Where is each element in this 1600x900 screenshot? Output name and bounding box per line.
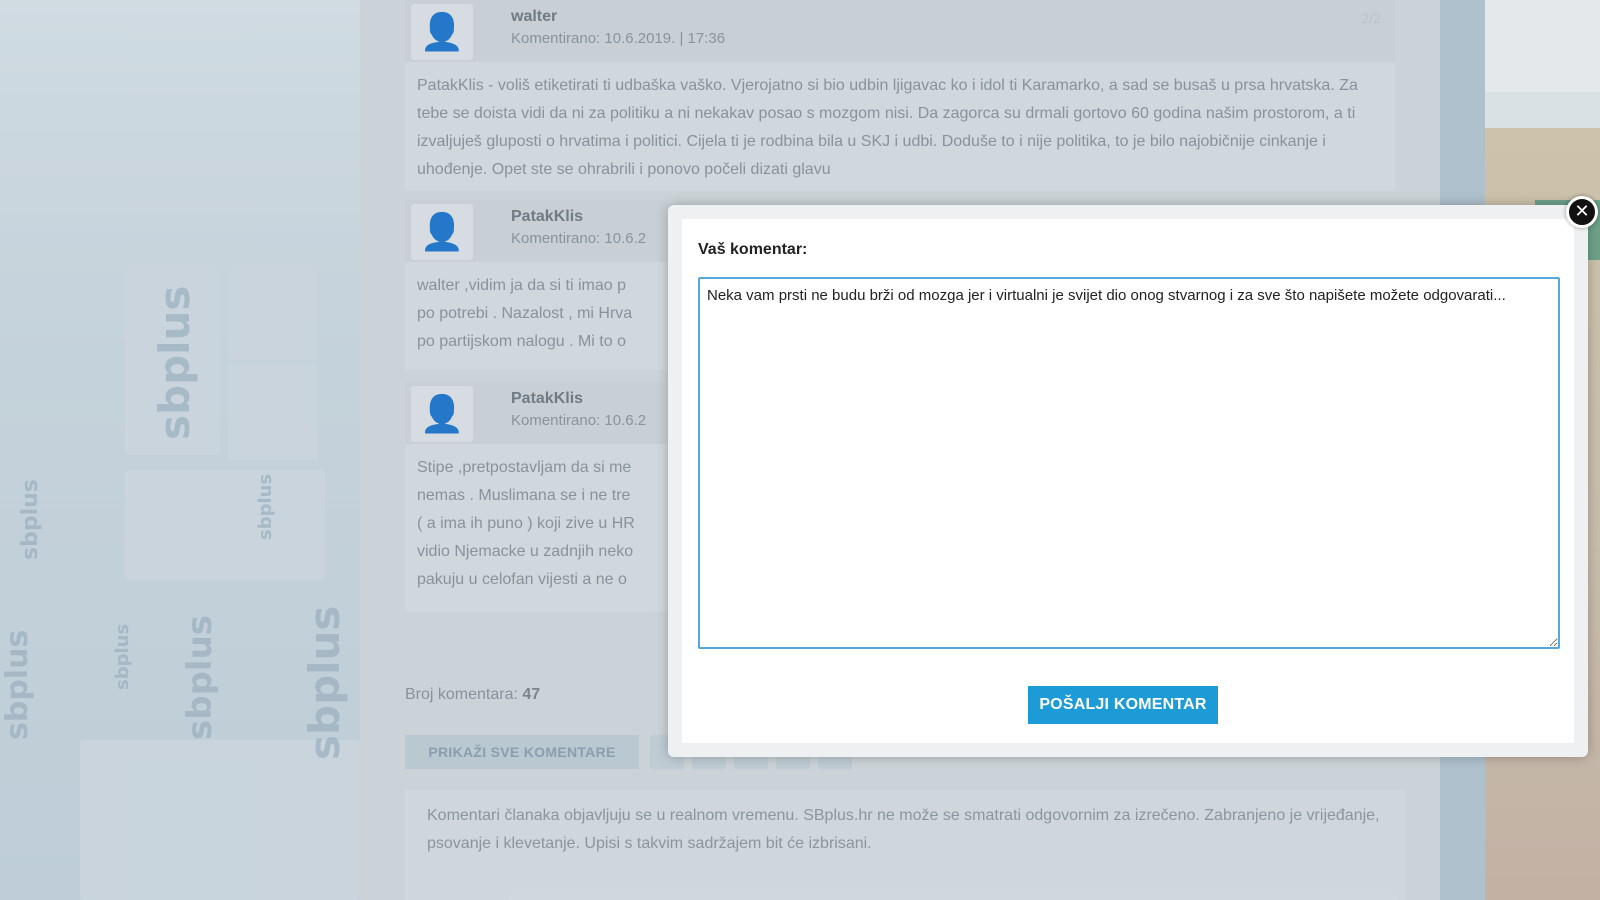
comment-textarea[interactable]: Neka vam prsti ne budu brži od mozga jer… [698,277,1560,649]
send-comment-button[interactable]: POŠALJI KOMENTAR [1028,686,1218,724]
comment-modal: Vaš komentar: Neka vam prsti ne budu brž… [668,205,1588,757]
comment-field-label: Vaš komentar: [698,241,808,258]
close-icon[interactable]: ✕ [1566,196,1598,228]
